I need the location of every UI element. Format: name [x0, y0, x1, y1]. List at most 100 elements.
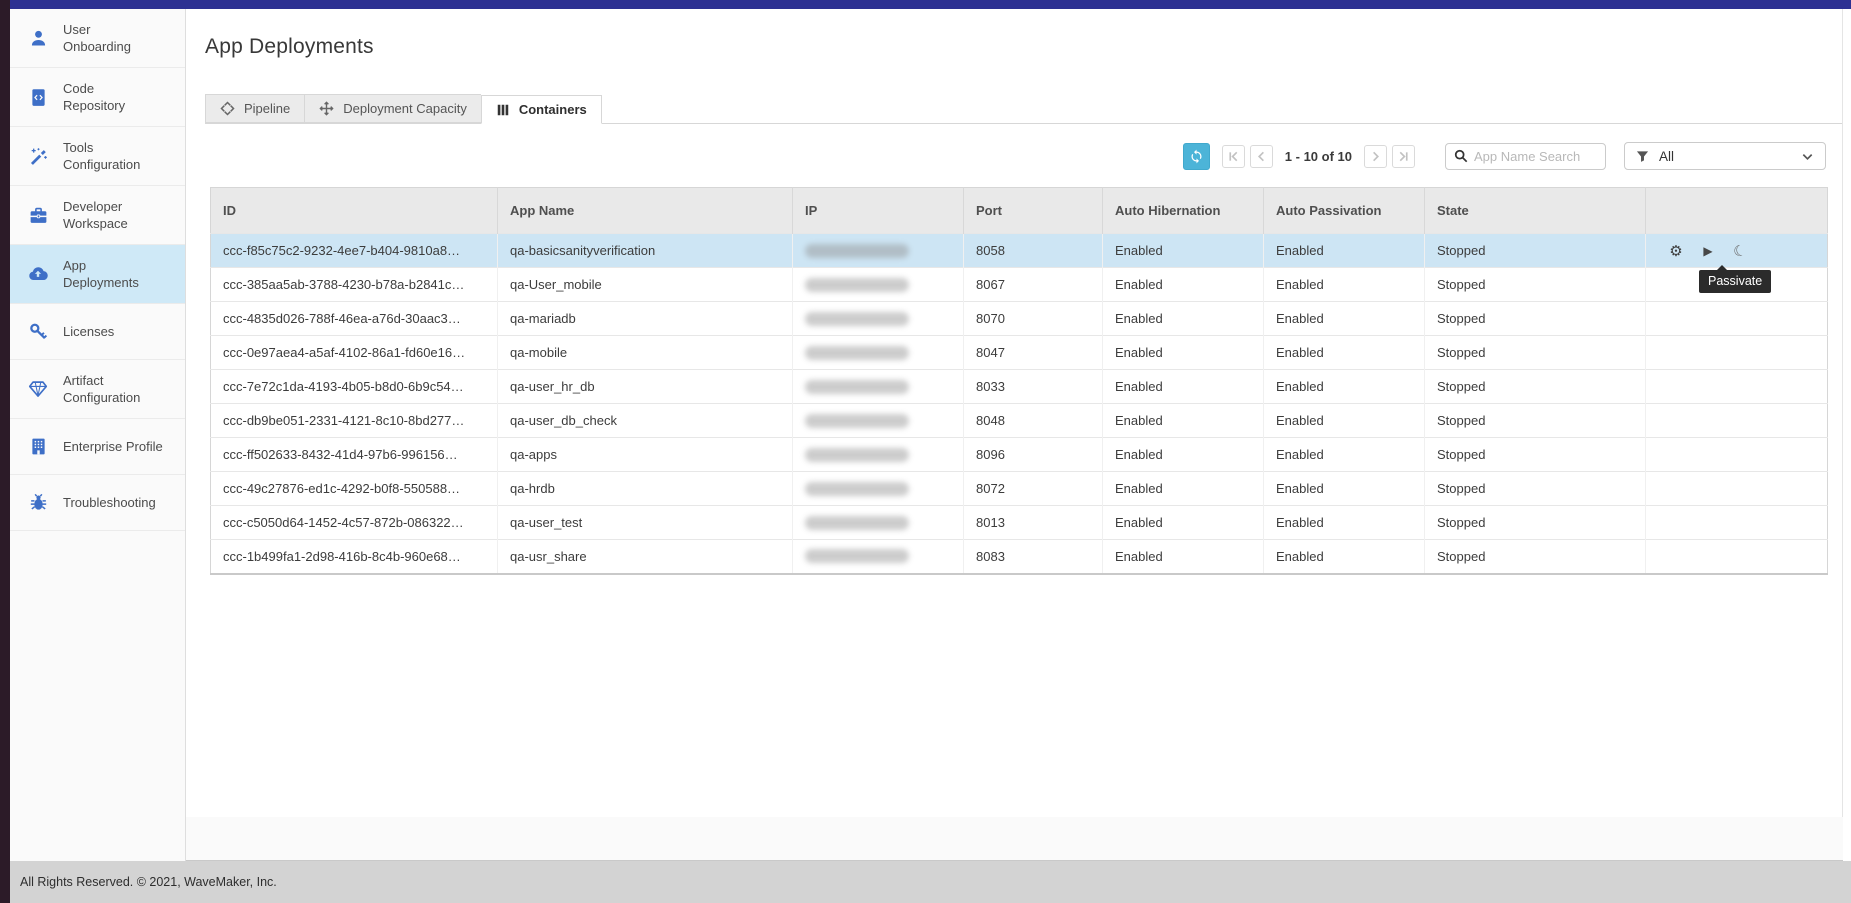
cell-auto-passivation: Enabled	[1264, 506, 1425, 540]
sidebar-item-enterprise-profile[interactable]: Enterprise Profile	[10, 419, 185, 475]
table-row[interactable]: ccc-385aa5ab-3788-4230-b78a-b2841c… qa-U…	[211, 268, 1828, 302]
cell-actions	[1646, 302, 1828, 336]
cell-id: ccc-0e97aea4-a5af-4102-86a1-fd60e16…	[211, 336, 498, 370]
redacted-ip	[805, 448, 909, 462]
refresh-button[interactable]	[1183, 143, 1210, 170]
cell-state: Stopped	[1425, 506, 1646, 540]
table-row[interactable]: ccc-7e72c1da-4193-4b05-b8d0-6b9c54… qa-u…	[211, 370, 1828, 404]
redacted-ip	[805, 549, 909, 563]
cell-port: 8096	[964, 438, 1103, 472]
tab-containers[interactable]: Containers	[481, 95, 602, 124]
cell-auto-passivation: Enabled	[1264, 234, 1425, 268]
grid-toolbar: 1 - 10 of 10 All	[1183, 142, 1826, 170]
column-header-auto-passivation[interactable]: Auto Passivation	[1264, 188, 1425, 234]
redacted-ip	[805, 312, 909, 326]
cell-ip	[793, 268, 964, 302]
sidebar-item-artifact-configuration[interactable]: Artifact Configuration	[10, 360, 185, 419]
cell-app-name: qa-mariadb	[498, 302, 793, 336]
cell-auto-passivation: Enabled	[1264, 268, 1425, 302]
chevron-left-icon	[1255, 150, 1268, 163]
cell-auto-passivation: Enabled	[1264, 336, 1425, 370]
passivate-moon-icon[interactable]: ☾	[1730, 241, 1749, 260]
tab-label: Deployment Capacity	[343, 101, 467, 116]
next-page-button[interactable]	[1364, 145, 1387, 168]
previous-page-button[interactable]	[1250, 145, 1273, 168]
search-icon	[1454, 149, 1468, 163]
sidebar-item-tools-configuration[interactable]: Tools Configuration	[10, 127, 185, 186]
sidebar-item-label: Developer Workspace	[63, 198, 128, 232]
table-row[interactable]: ccc-0e97aea4-a5af-4102-86a1-fd60e16… qa-…	[211, 336, 1828, 370]
cell-app-name: qa-User_mobile	[498, 268, 793, 302]
briefcase-icon	[27, 204, 49, 226]
cell-state: Stopped	[1425, 268, 1646, 302]
cell-actions	[1646, 404, 1828, 438]
cloud-upload-icon	[27, 263, 49, 285]
cell-ip	[793, 234, 964, 268]
cell-auto-hibernation: Enabled	[1103, 234, 1264, 268]
table-row[interactable]: ccc-f85c75c2-9232-4ee7-b404-9810a8… qa-b…	[211, 234, 1828, 268]
app-screen: User Onboarding Code Repository Tools Co…	[0, 0, 1851, 903]
column-header-id[interactable]: ID	[211, 188, 498, 234]
sidebar-item-developer-workspace[interactable]: Developer Workspace	[10, 186, 185, 245]
magic-wand-icon	[27, 145, 49, 167]
cell-port: 8067	[964, 268, 1103, 302]
sidebar-item-troubleshooting[interactable]: Troubleshooting	[10, 475, 185, 531]
first-page-button[interactable]	[1222, 145, 1245, 168]
cell-auto-hibernation: Enabled	[1103, 336, 1264, 370]
column-header-actions	[1646, 188, 1828, 234]
column-header-ip[interactable]: IP	[793, 188, 964, 234]
containers-table: ID App Name IP Port Auto Hibernation Aut…	[210, 187, 1827, 575]
sidebar-item-label: Enterprise Profile	[63, 438, 163, 455]
table-row[interactable]: ccc-db9be051-2331-4121-8c10-8bd277… qa-u…	[211, 404, 1828, 438]
tab-pipeline[interactable]: Pipeline	[205, 94, 304, 123]
filter-select[interactable]: All	[1624, 142, 1826, 170]
column-header-port[interactable]: Port	[964, 188, 1103, 234]
cell-actions: ⚙ ▶ ☾	[1646, 234, 1828, 268]
sidebar-item-user-onboarding[interactable]: User Onboarding	[10, 9, 185, 68]
code-repository-icon	[27, 86, 49, 108]
cell-app-name: qa-user_hr_db	[498, 370, 793, 404]
column-header-app-name[interactable]: App Name	[498, 188, 793, 234]
cell-auto-passivation: Enabled	[1264, 438, 1425, 472]
sidebar-item-label: App Deployments	[63, 257, 139, 291]
settings-gear-icon[interactable]: ⚙	[1668, 243, 1684, 259]
cell-port: 8058	[964, 234, 1103, 268]
table-row[interactable]: ccc-1b499fa1-2d98-416b-8c4b-960e68… qa-u…	[211, 540, 1828, 574]
start-play-icon[interactable]: ▶	[1700, 243, 1716, 259]
redacted-ip	[805, 244, 909, 258]
sidebar-item-licenses[interactable]: Licenses	[10, 304, 185, 360]
cell-port: 8013	[964, 506, 1103, 540]
table-row[interactable]: ccc-49c27876-ed1c-4292-b0f8-550588… qa-h…	[211, 472, 1828, 506]
cell-app-name: qa-basicsanityverification	[498, 234, 793, 268]
tab-label: Pipeline	[244, 101, 290, 116]
cell-app-name: qa-usr_share	[498, 540, 793, 574]
column-header-auto-hibernation[interactable]: Auto Hibernation	[1103, 188, 1264, 234]
cell-id: ccc-db9be051-2331-4121-8c10-8bd277…	[211, 404, 498, 438]
table-row[interactable]: ccc-4835d026-788f-46ea-a76d-30aac3… qa-m…	[211, 302, 1828, 336]
tab-deployment-capacity[interactable]: Deployment Capacity	[304, 94, 481, 123]
table-row[interactable]: ccc-c5050d64-1452-4c57-872b-086322… qa-u…	[211, 506, 1828, 540]
tab-label: Containers	[519, 102, 587, 117]
diamond-icon	[27, 378, 49, 400]
last-page-icon	[1397, 150, 1410, 163]
sidebar-item-label: Troubleshooting	[63, 494, 156, 511]
search-input[interactable]	[1474, 149, 1597, 164]
cell-actions	[1646, 472, 1828, 506]
last-page-button[interactable]	[1392, 145, 1415, 168]
sidebar: User Onboarding Code Repository Tools Co…	[10, 9, 186, 861]
cell-ip	[793, 472, 964, 506]
table-row[interactable]: ccc-ff502633-8432-41d4-97b6-996156… qa-a…	[211, 438, 1828, 472]
cell-state: Stopped	[1425, 234, 1646, 268]
column-header-state[interactable]: State	[1425, 188, 1646, 234]
sidebar-item-app-deployments[interactable]: App Deployments	[10, 245, 185, 304]
cell-actions	[1646, 540, 1828, 574]
cell-app-name: qa-hrdb	[498, 472, 793, 506]
cell-actions	[1646, 370, 1828, 404]
cell-id: ccc-7e72c1da-4193-4b05-b8d0-6b9c54…	[211, 370, 498, 404]
sidebar-item-label: User Onboarding	[63, 21, 131, 55]
cell-app-name: qa-mobile	[498, 336, 793, 370]
sidebar-item-code-repository[interactable]: Code Repository	[10, 68, 185, 127]
cell-auto-passivation: Enabled	[1264, 472, 1425, 506]
cell-id: ccc-49c27876-ed1c-4292-b0f8-550588…	[211, 472, 498, 506]
pagination-range: 1 - 10 of 10	[1285, 149, 1352, 164]
